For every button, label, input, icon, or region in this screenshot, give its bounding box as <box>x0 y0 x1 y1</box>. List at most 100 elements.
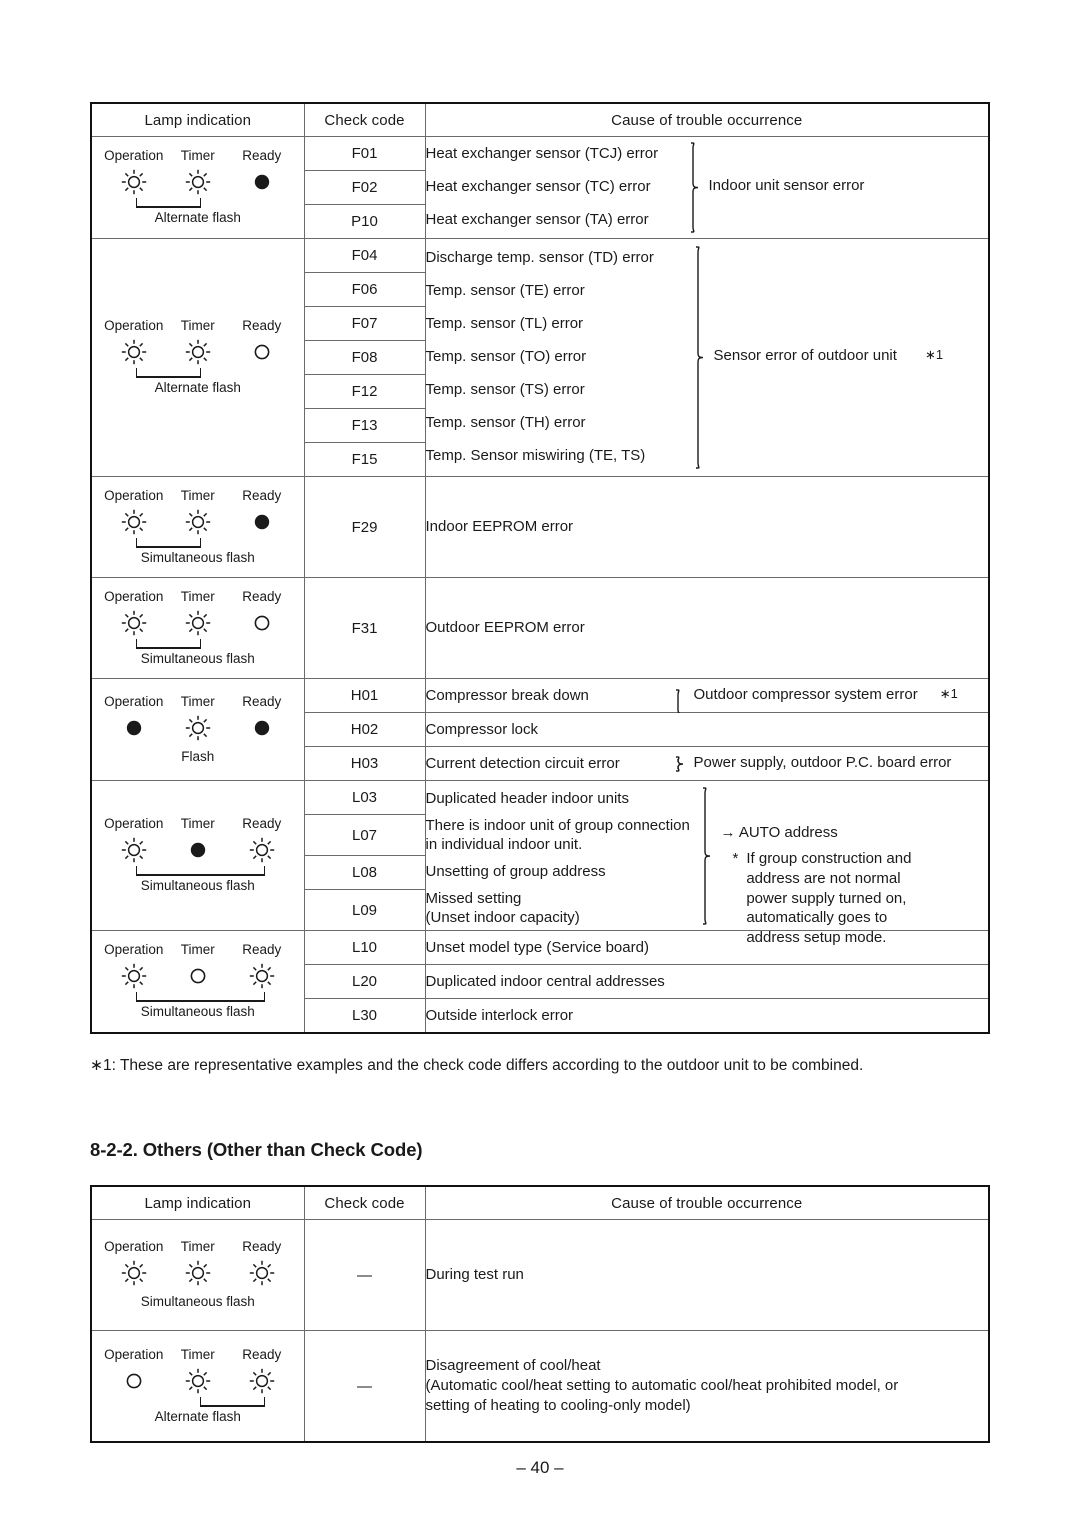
cause-text: Temp. sensor (TE) error <box>425 282 585 300</box>
lamp-label-operation: Operation <box>104 318 164 334</box>
lamp-indication-group: Operation Timer Ready Simultaneous flash <box>100 588 296 667</box>
lamp-caption: Simultaneous flash <box>140 1004 255 1019</box>
lamp-indication-group: Operation Timer Ready Alternate flash <box>100 318 296 396</box>
grouping-brace <box>690 142 698 233</box>
group-note-detail: automatically goes to <box>746 909 888 927</box>
cause-text: Temp. Sensor miswiring (TE, TS) <box>425 447 646 465</box>
lamp-open-icon <box>230 337 294 367</box>
check-code-cell: F01 <box>303 136 426 171</box>
lamp-cell: Operation Timer Ready Alternate flash <box>90 136 305 239</box>
cause-text: (Automatic cool/heat setting to automati… <box>425 1377 899 1395</box>
column-header-check-code: Check code <box>303 102 426 137</box>
page-number: – 40 – <box>516 1458 564 1477</box>
cause-text: Compressor break down <box>425 686 589 704</box>
grouping-brace <box>695 246 703 469</box>
lamp-labels: Operation Timer Ready <box>100 816 296 835</box>
lamp-labels: Operation Timer Ready <box>100 318 296 337</box>
group-note: Indoor unit sensor error <box>709 176 865 196</box>
cause-text: Temp. sensor (TL) error <box>425 315 584 333</box>
lamp-icons <box>100 961 296 991</box>
group-note: Outdoor compressor system error ∗1 <box>694 685 958 705</box>
check-code-cell: F12 <box>303 374 426 409</box>
lamp-labels: Operation Timer Ready <box>100 942 296 961</box>
cause-cell: During test run <box>424 1219 990 1331</box>
lamp-indication-group: Operation Timer Ready Simultaneous flash <box>100 816 296 894</box>
table-row: Operation Timer Ready Simultaneous flash F31… <box>90 577 990 679</box>
group-note-detail: If group construction and <box>746 850 912 867</box>
cause-text: Duplicated header indoor units <box>425 789 629 807</box>
lamp-indication-group: Operation Timer Ready Simultaneous flash <box>100 487 296 566</box>
lamp-caption: Alternate flash <box>154 210 241 225</box>
lamp-icons <box>100 1258 296 1288</box>
lamp-bracket-connector <box>102 537 294 548</box>
lamp-cell: Operation Timer Ready Simultaneous flash <box>90 577 305 679</box>
check-code-cell: F31 <box>303 577 426 679</box>
table-row: Operation Timer Ready Simultaneous flash F29… <box>90 476 990 578</box>
group-note: Sensor error of outdoor unit ∗1 <box>714 346 944 366</box>
check-code-cell: F07 <box>303 306 426 341</box>
lamp-flash-icon <box>166 713 230 743</box>
lamp-icons <box>100 713 296 743</box>
lamp-caption: Simultaneous flash <box>140 549 255 565</box>
lamp-label-ready: Ready <box>242 816 282 832</box>
lamp-label-operation: Operation <box>104 816 164 832</box>
group-note-detail: address are not normal <box>746 869 901 887</box>
lamp-flash-icon <box>166 337 230 367</box>
footnote-star1: ∗1: These are representative examples an… <box>90 1057 864 1074</box>
lamp-cell: Operation Timer Ready Simultaneous flash <box>90 1219 305 1331</box>
lamp-label-timer: Timer <box>180 487 215 503</box>
lamp-label-ready: Ready <box>242 487 282 503</box>
group-note-detail: power supply turned on, <box>746 889 907 907</box>
lamp-label-timer: Timer <box>180 942 215 958</box>
lamp-labels: Operation Timer Ready <box>100 694 296 713</box>
cause-text: (Unset indoor capacity) <box>425 908 580 926</box>
cause-text: Duplicated indoor central addresses <box>425 972 665 990</box>
group-note-detail: address setup mode. <box>746 929 887 947</box>
cause-text: Indoor EEPROM error <box>425 518 574 536</box>
cause-text: Current detection circuit error <box>425 754 620 772</box>
lamp-icons <box>100 835 296 865</box>
group-note-detail-star: * <box>732 850 739 867</box>
cause-cell: Compressor lock <box>424 712 990 747</box>
check-code-cell: P10 <box>303 204 426 239</box>
group-note: → AUTO address * If group construction and… <box>721 823 912 948</box>
group-note-text: Sensor error of outdoor unit <box>713 346 897 364</box>
table-row: Operation Timer Ready Alternate flash — Disag… <box>90 1330 990 1443</box>
lamp-label-timer: Timer <box>180 1346 215 1362</box>
lamp-icons <box>100 337 296 367</box>
table-header-row: Lamp indication Check code Cause of trou… <box>90 102 990 137</box>
lamp-flash-icon <box>102 337 166 367</box>
check-code-cell: F15 <box>303 442 426 477</box>
lamp-bracket-connector <box>102 1288 294 1292</box>
lamp-flash-icon <box>230 1366 294 1396</box>
lamp-cell: Operation Timer Ready Simultaneous flash <box>90 476 305 578</box>
lamp-flash-icon <box>102 961 166 991</box>
lamp-bracket-connector <box>102 865 294 876</box>
lamp-bracket-connector <box>102 367 294 378</box>
cause-cell: Compressor break down Outdoor compressor … <box>424 678 990 739</box>
lamp-bracket-connector <box>102 197 294 208</box>
section-heading: 8-2-2. Others (Other than Check Code) <box>90 1139 423 1160</box>
lamp-caption: Alternate flash <box>154 380 241 395</box>
table-row: Operation Timer Ready Flash H01 Compressor br… <box>90 678 990 781</box>
group-note-text: Outdoor compressor system error <box>693 686 918 703</box>
lamp-label-operation: Operation <box>104 588 164 604</box>
cause-text: Discharge temp. sensor (TD) error <box>425 249 654 267</box>
lamp-labels: Operation Timer Ready <box>100 1239 296 1258</box>
cause-text: Heat exchanger sensor (TCJ) error <box>425 145 659 163</box>
lamp-indication-group: Operation Timer Ready Alternate flash <box>100 148 296 226</box>
column-header-lamp-indication: Lamp indication <box>90 102 305 137</box>
lamp-label-ready: Ready <box>242 1346 282 1362</box>
lamp-indication-group: Operation Timer Ready Alternate flash <box>100 1346 296 1425</box>
cause-text: Outside interlock error <box>425 1006 574 1024</box>
lamp-indication-group: Operation Timer Ready Simultaneous flash <box>100 942 296 1020</box>
group-note-star: ∗1 <box>939 686 958 702</box>
lamp-filled-icon <box>230 713 294 743</box>
lamp-icons <box>100 608 296 638</box>
lamp-flash-icon <box>102 167 166 197</box>
lamp-caption: Simultaneous flash <box>140 1294 255 1309</box>
cause-text: Disagreement of cool/heat <box>425 1357 601 1375</box>
lamp-label-ready: Ready <box>242 318 282 334</box>
lamp-flash-icon <box>166 167 230 197</box>
lamp-label-timer: Timer <box>180 1239 215 1255</box>
